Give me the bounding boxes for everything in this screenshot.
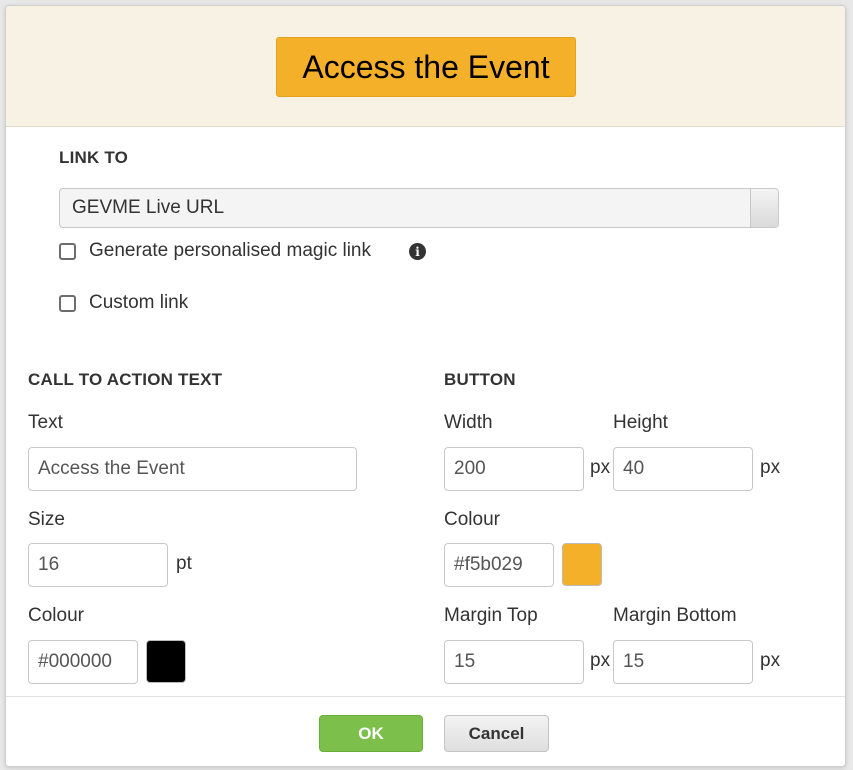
- text-label: Text: [28, 412, 63, 433]
- custom-link-checkbox[interactable]: [59, 295, 76, 312]
- text-colour-label: Colour: [28, 605, 84, 626]
- margin-bottom-input[interactable]: 15: [613, 640, 753, 684]
- height-label: Height: [613, 412, 668, 433]
- button-height-input[interactable]: 40: [613, 447, 753, 491]
- margin-bottom-label: Margin Bottom: [613, 605, 737, 626]
- button-width-input[interactable]: 200: [444, 447, 584, 491]
- text-colour-swatch[interactable]: [146, 640, 186, 683]
- margin-top-unit: px: [590, 650, 611, 671]
- dialog-footer: OK Cancel: [6, 696, 845, 766]
- magic-link-label: Generate personalised magic link: [89, 240, 371, 261]
- button-heading: BUTTON: [444, 370, 516, 389]
- ok-button[interactable]: OK: [319, 715, 423, 752]
- button-preview-area: Access the Event: [6, 6, 845, 127]
- width-label: Width: [444, 412, 493, 433]
- link-to-heading: LINK TO: [59, 148, 129, 167]
- margin-top-input[interactable]: 15: [444, 640, 584, 684]
- magic-link-checkbox[interactable]: [59, 243, 76, 260]
- text-colour-input[interactable]: #000000: [28, 640, 138, 684]
- margin-bottom-unit: px: [760, 650, 781, 671]
- dropdown-arrow-icon[interactable]: [750, 189, 778, 227]
- link-to-selected-value: GEVME Live URL: [72, 197, 225, 218]
- size-label: Size: [28, 509, 65, 530]
- link-to-select[interactable]: GEVME Live URL: [59, 188, 779, 228]
- button-colour-swatch[interactable]: [562, 543, 602, 586]
- button-settings-dialog: Access the Event LINK TO GEVME Live URL …: [5, 5, 846, 767]
- size-unit: pt: [176, 553, 192, 574]
- cta-text-heading: CALL TO ACTION TEXT: [28, 370, 223, 389]
- preview-cta-button[interactable]: Access the Event: [276, 37, 576, 97]
- cta-text-input[interactable]: Access the Event: [28, 447, 357, 491]
- button-colour-label: Colour: [444, 509, 500, 530]
- text-size-input[interactable]: 16: [28, 543, 168, 587]
- info-circle-icon[interactable]: i: [409, 243, 426, 260]
- margin-top-label: Margin Top: [444, 605, 538, 626]
- button-colour-input[interactable]: #f5b029: [444, 543, 554, 587]
- custom-link-label: Custom link: [89, 292, 189, 313]
- height-unit: px: [760, 457, 781, 478]
- width-unit: px: [590, 457, 611, 478]
- cancel-button[interactable]: Cancel: [444, 715, 549, 752]
